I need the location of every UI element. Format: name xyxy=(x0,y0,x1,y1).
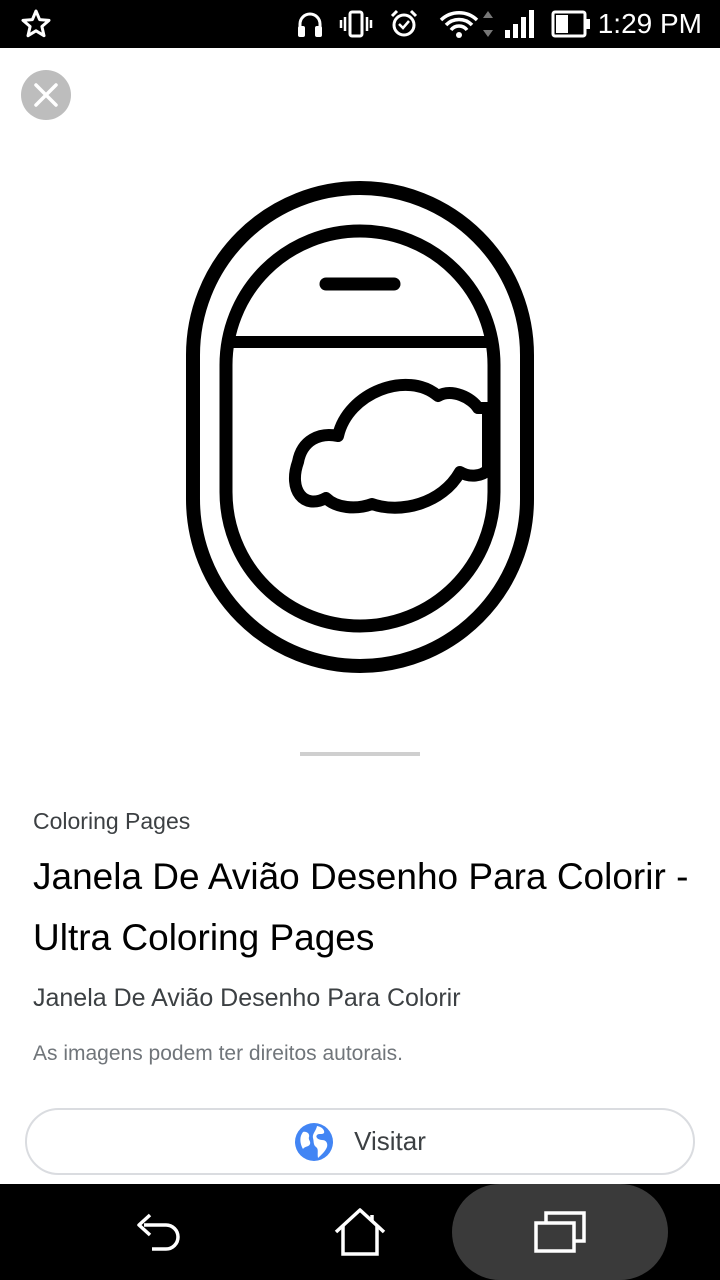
visit-label: Visitar xyxy=(354,1126,426,1156)
result-image[interactable] xyxy=(160,170,560,690)
close-icon xyxy=(34,83,58,107)
status-time: 1:29 PM xyxy=(597,8,702,39)
nav-bar xyxy=(0,1184,720,1280)
home-icon xyxy=(334,1208,386,1256)
recent-apps-icon xyxy=(534,1211,586,1253)
airplane-window-drawing xyxy=(186,181,534,673)
result-title[interactable]: Janela De Avião Desenho Para Colorir - U… xyxy=(33,846,693,968)
image-watermark xyxy=(300,752,420,756)
result-subtitle: Janela De Avião Desenho Para Colorir xyxy=(33,984,461,1012)
status-bar: 1:29 PM xyxy=(0,0,720,48)
battery-icon xyxy=(550,8,592,40)
signal-icon xyxy=(502,8,538,40)
vibrate-icon xyxy=(338,8,374,40)
visit-button[interactable]: Visitar xyxy=(25,1108,695,1175)
back-icon xyxy=(137,1213,180,1251)
result-source[interactable]: Coloring Pages xyxy=(33,808,190,835)
back-button[interactable] xyxy=(110,1184,210,1280)
recent-apps-button[interactable] xyxy=(452,1184,668,1280)
globe-icon xyxy=(295,1122,334,1161)
home-button[interactable] xyxy=(310,1184,410,1280)
close-button[interactable] xyxy=(21,70,71,120)
star-icon xyxy=(18,8,54,40)
headphones-icon xyxy=(293,8,327,40)
alarm-icon xyxy=(386,8,422,40)
copyright-notice: As imagens podem ter direitos autorais. xyxy=(33,1042,404,1065)
wifi-icon xyxy=(436,8,498,40)
